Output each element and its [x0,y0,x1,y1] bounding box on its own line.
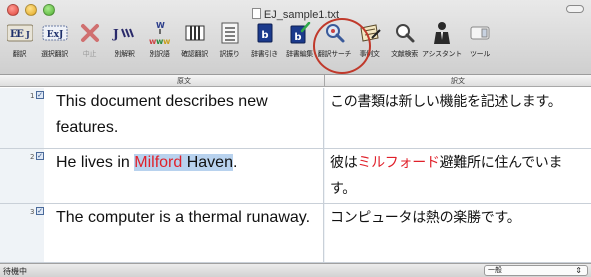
svg-text:b: b [261,30,268,41]
dictionary-lookup-icon: b [250,19,280,47]
confirm-translation-icon [180,19,210,47]
interlinear-button[interactable]: 訳振り [212,19,247,67]
dictionary-edit-icon: b [285,19,315,47]
dictionary-edit-label: 辞書編集 [286,50,313,58]
status-text: 待機中 [3,267,27,276]
svg-text:E: E [10,29,18,40]
tools-label: ツール [469,50,491,58]
row-number: 2 [30,153,35,161]
svg-text:b: b [294,32,301,43]
alternate-word-button[interactable]: Wwww 別訳語 [142,19,177,67]
alternate-interpretation-icon: J [110,19,140,47]
dictionary-edit-button[interactable]: b 辞書編集 [282,19,317,67]
table-row[interactable]: 1 ✓ This document describes new features… [0,88,591,149]
row-checkbox[interactable]: ✓ [36,207,44,215]
source-cell[interactable]: This document describes new features. [44,88,324,148]
source-cell[interactable]: He lives in Milford Haven. [44,149,324,203]
row-checkbox[interactable]: ✓ [36,91,44,99]
translation-search-button[interactable]: 翻訳サーチ [317,19,352,67]
source-text: This document describes new features. [56,93,268,136]
proper-noun-rest: Haven [182,154,233,171]
source-cell[interactable]: The computer is a thermal runaway. [44,204,324,262]
example-sentence-label: 事例文 [359,50,380,58]
toolbar-toggle-button[interactable] [566,5,584,13]
source-text-before: He lives in [56,154,135,171]
selection-translate-button[interactable]: ExJ 選択翻訳 [37,19,72,67]
toolbar: EJE 翻訳 ExJ 選択翻訳 中止 J 別解釈 Ww w w 別訳語 確認翻訳… [2,19,591,67]
mode-select-value: 一般 [488,266,502,274]
selection-translate-label: 選択翻訳 [41,50,68,58]
translation-search-label: 翻訳サーチ [317,50,352,58]
translate-label: 翻訳 [12,50,27,58]
row-number: 1 [30,92,35,100]
select-arrows-icon: ⇕ [575,266,582,275]
interlinear-icon [215,19,245,47]
assistant-button[interactable]: アシスタント [422,19,462,67]
dictionary-lookup-label: 辞書引き [251,50,278,58]
literature-search-label: 文献検索 [391,50,418,58]
target-cell[interactable]: この書類は新しい機能を記述します。 [325,88,591,148]
status-bar: 待機中 一般 ⇕ [0,263,591,277]
column-header: 原文 訳文 [0,75,591,87]
ej-translate-icon: EJE [5,19,35,47]
proper-noun-red: Milford [134,154,183,171]
source-column-header[interactable]: 原文 [44,76,324,86]
mode-select[interactable]: 一般 ⇕ [484,265,588,276]
alternate-word-icon: Wwww [145,19,175,47]
literature-search-icon [390,19,420,47]
target-cell[interactable]: 彼はミルフォード避難所に住んでいます。 [325,149,591,203]
table-row[interactable]: 2 ✓ He lives in Milford Haven. 彼はミルフォード避… [0,149,591,204]
confirm-translation-button[interactable]: 確認翻訳 [177,19,212,67]
svg-text:W: W [156,21,165,30]
row-checkbox[interactable]: ✓ [36,152,44,160]
svg-text:w: w [163,37,171,46]
target-column-header[interactable]: 訳文 [325,76,591,86]
svg-text:J: J [25,29,30,39]
alternate-interpretation-button[interactable]: J 別解釈 [107,19,142,67]
source-text-after: . [232,154,238,171]
stop-icon [75,19,105,47]
target-text-before: 彼は [330,155,358,171]
svg-text:J: J [112,27,119,41]
dictionary-lookup-button[interactable]: b 辞書引き [247,19,282,67]
alternate-word-label: 別訳語 [149,50,170,58]
translate-button[interactable]: EJE 翻訳 [2,19,37,67]
tools-button[interactable]: ツール [462,19,498,67]
alternate-interpretation-label: 別解釈 [114,50,135,58]
target-text: 彼はミルフォード避難所に住んでいます。 [325,149,587,202]
target-text: コンピュータは熱の楽勝です。 [330,210,521,226]
assistant-label: アシスタント [422,50,462,58]
document-icon [251,8,261,19]
example-sentence-button[interactable]: 事例文 [352,19,387,67]
source-text: The computer is a thermal runaway. [56,209,311,226]
table-row[interactable]: 3 ✓ The computer is a thermal runaway. コ… [0,204,591,263]
translation-table: 1 ✓ This document describes new features… [0,88,591,263]
interlinear-label: 訳振り [219,50,240,58]
confirm-translation-label: 確認翻訳 [181,50,208,58]
target-cell[interactable]: コンピュータは熱の楽勝です。 [325,204,591,262]
source-text: He lives in Milford Haven. [44,149,314,176]
ej-selection-translate-icon: ExJ [40,19,70,47]
target-proper-noun: ミルフォード [357,155,440,171]
stop-button[interactable]: 中止 [72,19,107,67]
example-sentence-icon [355,19,385,47]
svg-text:ExJ: ExJ [46,30,62,40]
tools-icon [465,19,495,47]
literature-search-button[interactable]: 文献検索 [387,19,422,67]
window-chrome: EJ_sample1.txt EJE 翻訳 ExJ 選択翻訳 中止 J 別解釈 … [0,0,591,75]
row-number: 3 [30,208,35,216]
assistant-icon [427,19,457,47]
highlighted-proper-noun: Milford Haven [134,154,233,171]
translation-search-icon [320,19,350,47]
target-text: この書類は新しい機能を記述します。 [330,94,562,110]
stop-label: 中止 [82,50,97,58]
